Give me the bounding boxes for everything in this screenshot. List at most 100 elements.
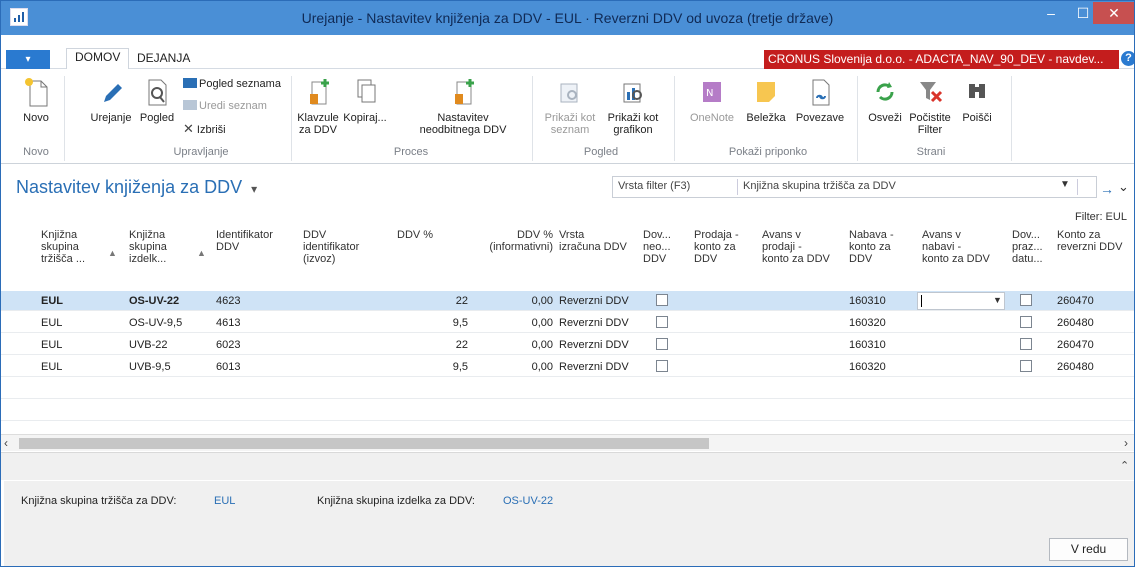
market-group-value[interactable]: EUL <box>214 495 235 507</box>
header-line: Avans v <box>762 229 801 241</box>
table-row[interactable]: EUL OS-UV-22 4623 22 0,00 Reverzni DDV 1… <box>1 291 1134 311</box>
clear-filter-button[interactable]: Počistite Filter <box>906 76 954 136</box>
dropdown-chevron-icon[interactable]: ▼ <box>993 295 1002 305</box>
clear-filter-icon <box>906 76 954 108</box>
checkbox-allow-empty-date[interactable] <box>1020 338 1032 350</box>
header-line: (informativni) <box>489 241 553 253</box>
column-header-market-group[interactable]: Knjižna skupina tržišča ... <box>41 229 85 265</box>
cell-vat-calc-type: Reverzni DDV <box>559 339 629 351</box>
table-row[interactable]: EUL UVB-9,5 6013 9,5 0,00 Reverzni DDV 1… <box>1 357 1134 377</box>
cell-vat-identifier: 6023 <box>216 339 241 351</box>
show-list-icon <box>541 76 599 108</box>
new-button[interactable]: Novo <box>19 76 53 124</box>
checkbox-allow-empty-date[interactable] <box>1020 316 1032 328</box>
edit-button[interactable]: Urejanje <box>85 76 137 124</box>
new-document-icon <box>19 76 53 108</box>
nondeductible-vat-setup-button[interactable]: Nastavitev neodbitnega DDV <box>413 76 513 136</box>
product-group-label: Knjižna skupina izdelka za DDV: <box>317 495 475 507</box>
apply-filter-arrow-icon[interactable]: → <box>1100 181 1114 197</box>
table-row[interactable]: EUL OS-UV-9,5 4613 9,5 0,00 Reverzni DDV… <box>1 313 1134 333</box>
filter-box: Vrsta filter (F3) Knjižna skupina tržišč… <box>612 176 1097 198</box>
cell-reverse-vat-account: 260480 <box>1057 361 1094 373</box>
product-group-value[interactable]: OS-UV-22 <box>503 495 553 507</box>
checkbox-allow-empty-date[interactable] <box>1020 360 1032 372</box>
header-line: izdelk... <box>129 253 167 265</box>
table-row[interactable]: EUL UVB-22 6023 22 0,00 Reverzni DDV 160… <box>1 335 1134 355</box>
scroll-left-icon[interactable]: ‹ <box>4 436 8 450</box>
market-group-label: Knjižna skupina tržišča za DDV: <box>21 495 177 507</box>
header-line: DDV <box>849 253 873 265</box>
page-title[interactable]: Nastavitev knjiženja za DDV ▾ <box>16 177 257 198</box>
view-document-icon <box>135 76 179 108</box>
column-header-sales-vat-account[interactable]: Prodaja - konto za DDV <box>694 229 739 265</box>
expand-up-icon[interactable]: ⌃ <box>1120 459 1129 472</box>
header-line: neo... <box>643 241 671 253</box>
column-header-reverse-vat-account[interactable]: Konto za reverzni DDV <box>1057 229 1122 253</box>
column-header-product-group[interactable]: Knjižna skupina izdelk... <box>129 229 167 265</box>
filter-info: Filter: EUL <box>1075 211 1127 223</box>
column-header-vat-identifier-export[interactable]: DDV identifikator (izvoz) <box>303 229 359 265</box>
collapse-chevron-icon[interactable]: ⌄ <box>1118 179 1129 195</box>
filter-type-input[interactable]: Vrsta filter (F3) <box>618 180 690 192</box>
column-header-allow-nondeductible[interactable]: Dov... neo... DDV <box>643 229 671 265</box>
list-view-button[interactable]: Pogled seznama <box>183 78 281 90</box>
note-button[interactable]: Beležka <box>741 76 791 124</box>
header-line: Knjižna <box>129 229 166 241</box>
column-header-vat-percent-info[interactable]: DDV % (informativni) <box>471 229 553 253</box>
checkbox-allow-nondeductible[interactable] <box>656 294 668 306</box>
refresh-button[interactable]: Osveži <box>865 76 905 124</box>
show-as-chart-button[interactable]: Prikaži kot grafikon <box>604 76 662 136</box>
cell-vat-percent: 22 <box>455 295 468 307</box>
checkbox-allow-nondeductible[interactable] <box>656 316 668 328</box>
column-header-vat-percent[interactable]: DDV % <box>397 229 433 241</box>
scrollbar-thumb[interactable] <box>19 438 709 449</box>
tab-home[interactable]: DOMOV <box>66 48 130 70</box>
column-header-purchase-prepayment-account[interactable]: Avans v nabavi - konto za DDV <box>922 229 990 265</box>
horizontal-scrollbar[interactable]: ‹ › <box>1 434 1134 451</box>
links-label: Povezave <box>795 112 845 124</box>
links-button[interactable]: Povezave <box>793 76 847 124</box>
checkbox-allow-nondeductible[interactable] <box>656 360 668 372</box>
help-icon[interactable]: ? <box>1121 51 1134 66</box>
text-cursor <box>921 295 922 307</box>
column-header-purchase-vat-account[interactable]: Nabava - konto za DDV <box>849 229 894 265</box>
scroll-right-icon[interactable]: › <box>1124 436 1128 450</box>
minimize-button[interactable]: – <box>1036 1 1066 26</box>
close-button[interactable]: ✕ <box>1093 2 1134 24</box>
application-menu-button[interactable]: ▾ <box>6 50 50 69</box>
edit-list-button[interactable]: Uredi seznam <box>183 100 267 112</box>
tab-actions[interactable]: DEJANJA <box>137 51 190 69</box>
filter-field-selector[interactable]: Knjižna skupina tržišča za DDV <box>743 180 896 192</box>
cell-product-group: OS-UV-9,5 <box>129 317 183 329</box>
checkbox-allow-nondeductible[interactable] <box>656 338 668 350</box>
view-button[interactable]: Pogled <box>135 76 179 124</box>
column-header-sales-prepayment-account[interactable]: Avans v prodaji - konto za DDV <box>762 229 830 265</box>
purchase-prepayment-account-input[interactable]: ▼ <box>917 292 1005 310</box>
note-label: Beležka <box>746 112 786 124</box>
delete-button[interactable]: ✕ Izbriši <box>183 121 226 137</box>
filter-dropdown-icon[interactable]: ▼ <box>1060 179 1070 190</box>
header-line: (izvoz) <box>303 253 336 265</box>
show-chart-label-1: Prikaži kot <box>607 112 659 124</box>
ok-button[interactable]: V redu <box>1049 538 1128 561</box>
factbox-header: ⌃ <box>1 452 1134 480</box>
ribbon-separator <box>64 76 65 161</box>
cell-purchase-vat-account: 160310 <box>849 339 886 351</box>
column-header-vat-calc-type[interactable]: Vrsta izračuna DDV <box>559 229 627 253</box>
column-header-allow-empty-date[interactable]: Dov... praz... datu... <box>1012 229 1043 265</box>
find-button[interactable]: Poišči <box>957 76 997 124</box>
column-header-vat-identifier[interactable]: Identifikator DDV <box>216 229 273 253</box>
panel-edge <box>1 481 4 566</box>
header-line: praz... <box>1012 241 1043 253</box>
svg-text:N: N <box>706 88 713 99</box>
nondeductible-label-1: Nastavitev <box>437 112 489 124</box>
copy-button[interactable]: Kopiraj... <box>341 76 389 124</box>
show-as-list-button[interactable]: Prikaži kot seznam <box>541 76 599 136</box>
checkbox-allow-empty-date[interactable] <box>1020 294 1032 306</box>
onenote-button[interactable]: N OneNote <box>687 76 737 124</box>
edit-list-icon <box>183 100 197 110</box>
cell-vat-calc-type: Reverzni DDV <box>559 317 629 329</box>
show-list-label-2: seznam <box>550 124 590 136</box>
header-line: Konto za <box>1057 229 1101 241</box>
vat-clauses-button[interactable]: Klavzule za DDV <box>295 76 341 136</box>
